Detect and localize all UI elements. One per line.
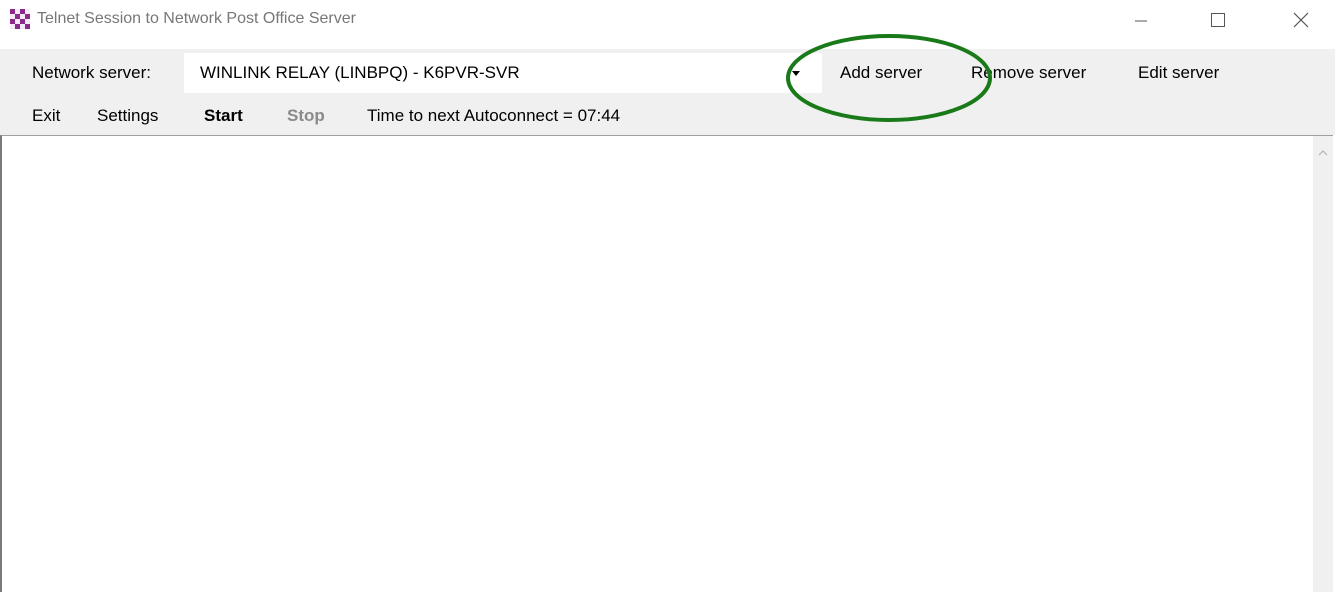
vertical-scrollbar[interactable] [1313,136,1333,592]
server-toolbar: Network server: WINLINK RELAY (LINBPQ) -… [0,49,1335,97]
telnet-window: Telnet Session to Network Post Office Se… [0,0,1335,592]
checkered-app-icon [10,9,30,29]
window-title: Telnet Session to Network Post Office Se… [37,10,356,27]
edit-server-button[interactable]: Edit server [1138,63,1219,83]
chevron-up-icon[interactable] [1317,148,1329,158]
chevron-down-icon[interactable] [792,71,800,76]
action-toolbar: Exit Settings Start Stop Time to next Au… [0,97,1335,135]
network-server-dropdown[interactable]: WINLINK RELAY (LINBPQ) - K6PVR-SVR [183,52,823,94]
maximize-button[interactable] [1195,0,1241,40]
close-icon [1293,12,1309,28]
start-button[interactable]: Start [204,106,243,126]
exit-menu-item[interactable]: Exit [32,106,60,126]
title-bar[interactable]: Telnet Session to Network Post Office Se… [0,0,1335,42]
settings-menu-item[interactable]: Settings [97,106,158,126]
add-server-button[interactable]: Add server [840,63,922,83]
remove-server-button[interactable]: Remove server [971,63,1086,83]
minimize-icon [1135,20,1147,22]
autoconnect-timer: Time to next Autoconnect = 07:44 [367,106,621,125]
stop-button: Stop [287,106,325,125]
session-log[interactable] [0,135,1333,592]
network-server-label: Network server: [32,63,152,82]
selected-server: WINLINK RELAY (LINBPQ) - K6PVR-SVR [200,63,520,82]
maximize-icon [1211,13,1225,27]
close-button[interactable] [1278,0,1324,40]
minimize-button[interactable] [1118,0,1164,40]
